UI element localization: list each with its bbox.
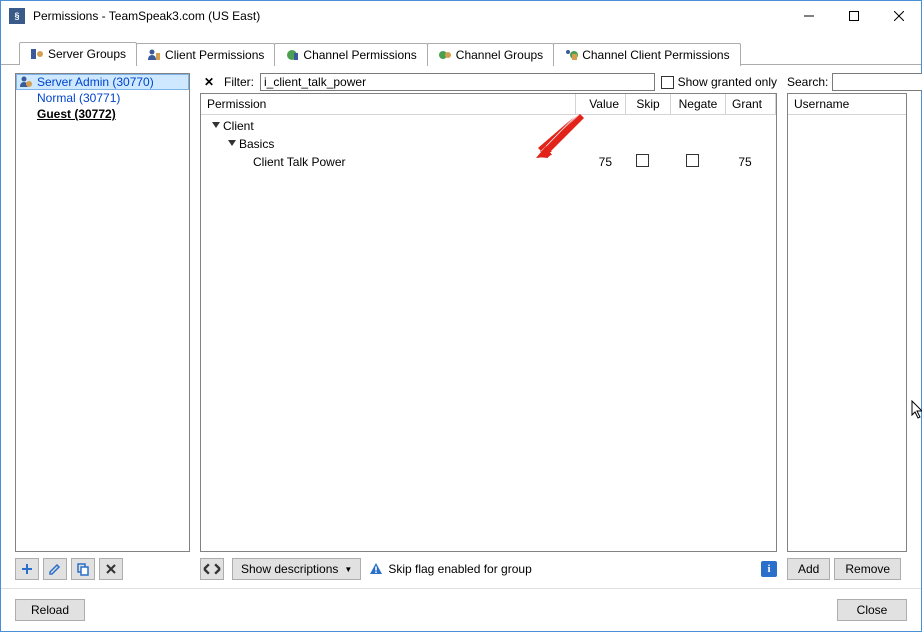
tree-node-basics[interactable]: Basics (201, 135, 776, 153)
expand-toggle-button[interactable] (200, 558, 224, 580)
permission-body: Client Basics Client Talk Power 75 (201, 115, 776, 173)
tree-label: Basics (239, 137, 274, 151)
close-button[interactable]: Close (837, 599, 907, 621)
tab-channel-permissions[interactable]: Channel Permissions (274, 43, 427, 66)
delete-group-button[interactable] (99, 558, 123, 580)
filter-input[interactable] (260, 73, 655, 91)
tab-channel-groups[interactable]: Channel Groups (427, 43, 554, 66)
show-descriptions-button[interactable]: Show descriptions ▼ (232, 558, 361, 580)
tab-server-groups[interactable]: Server Groups (19, 42, 137, 65)
col-value[interactable]: Value (576, 94, 626, 114)
dropdown-icon: ▼ (344, 565, 352, 574)
app-icon: § (9, 8, 25, 24)
search-label: Search: (787, 75, 828, 89)
tab-channel-client-permissions[interactable]: Channel Client Permissions (553, 43, 740, 66)
user-list[interactable]: Username (787, 93, 907, 552)
tree-node-client[interactable]: Client (201, 117, 776, 135)
copy-group-button[interactable] (71, 558, 95, 580)
permissions-window: § Permissions - TeamSpeak3.com (US East)… (0, 0, 922, 632)
groups-panel: Server Admin (30770) Normal (30771) Gues… (15, 73, 190, 580)
warning-icon (369, 562, 383, 576)
add-group-button[interactable] (15, 558, 39, 580)
permission-header: Permission Value Skip Negate Grant (201, 94, 776, 115)
hint-text: Skip flag enabled for group (369, 562, 753, 576)
permission-footer: Show descriptions ▼ Skip flag enabled fo… (200, 558, 777, 580)
window-title: Permissions - TeamSpeak3.com (US East) (33, 9, 786, 23)
permission-name: Client Talk Power (207, 155, 570, 169)
checkbox-icon (686, 154, 699, 167)
tab-client-permissions[interactable]: Client Permissions (136, 43, 275, 66)
user-buttons: Add Remove (787, 558, 907, 580)
col-negate[interactable]: Negate (671, 94, 726, 114)
group-label: Guest (30772) (37, 107, 116, 121)
minimize-button[interactable] (786, 2, 831, 31)
permission-grant[interactable]: 75 (720, 155, 770, 169)
filter-label: Filter: (224, 75, 254, 89)
show-granted-label: Show granted only (678, 75, 777, 89)
titlebar: § Permissions - TeamSpeak3.com (US East) (1, 1, 921, 31)
channel-icon (285, 48, 299, 62)
permission-skip[interactable] (620, 154, 665, 170)
add-user-button[interactable]: Add (787, 558, 830, 580)
col-permission[interactable]: Permission (201, 94, 576, 114)
tab-label: Server Groups (48, 47, 126, 61)
show-descriptions-label: Show descriptions (241, 562, 338, 576)
remove-user-button[interactable]: Remove (834, 558, 901, 580)
permission-negate[interactable] (665, 154, 720, 170)
permission-table: Permission Value Skip Negate Grant Clien… (200, 93, 777, 552)
group-icon (19, 107, 33, 121)
rename-group-button[interactable] (43, 558, 67, 580)
close-window-button[interactable] (876, 2, 921, 31)
tab-bar: Server Groups Client Permissions Channel… (1, 41, 921, 64)
server-group-icon (30, 47, 44, 61)
search-input[interactable] (832, 73, 922, 91)
channel-client-icon (564, 48, 578, 62)
channel-group-icon (438, 48, 452, 62)
group-toolbar (15, 558, 190, 580)
chevron-down-icon (227, 137, 239, 151)
col-grant[interactable]: Grant (726, 94, 776, 114)
hint-label: Skip flag enabled for group (388, 562, 531, 576)
dialog-footer: Reload Close (1, 588, 921, 631)
tab-label: Channel Client Permissions (582, 48, 729, 62)
clear-filter-button[interactable]: ✕ (200, 73, 218, 91)
permissions-panel: ✕ Filter: Show granted only Permission V… (200, 73, 777, 580)
tab-label: Channel Permissions (303, 48, 416, 62)
info-icon[interactable]: i (761, 561, 777, 577)
group-icon (19, 91, 33, 105)
group-list[interactable]: Server Admin (30770) Normal (30771) Gues… (15, 73, 190, 552)
reload-button[interactable]: Reload (15, 599, 85, 621)
client-icon (147, 48, 161, 62)
users-panel: Search: Username Add Remove (787, 73, 907, 580)
window-buttons (786, 2, 921, 31)
maximize-button[interactable] (831, 2, 876, 31)
checkbox-icon (661, 76, 674, 89)
group-item-server-admin[interactable]: Server Admin (30770) (16, 74, 189, 90)
content-area: Server Admin (30770) Normal (30771) Gues… (1, 64, 921, 588)
show-granted-checkbox[interactable]: Show granted only (661, 75, 777, 89)
checkbox-icon (636, 154, 649, 167)
tab-label: Channel Groups (456, 48, 543, 62)
permission-value[interactable]: 75 (570, 155, 620, 169)
group-item-guest[interactable]: Guest (30772) (16, 106, 189, 122)
group-item-normal[interactable]: Normal (30771) (16, 90, 189, 106)
filter-row: ✕ Filter: Show granted only (200, 73, 777, 91)
tree-label: Client (223, 119, 254, 133)
group-label: Server Admin (30770) (37, 75, 154, 89)
chevron-down-icon (211, 119, 223, 133)
group-icon (19, 75, 33, 89)
user-list-header[interactable]: Username (788, 94, 906, 115)
permission-row[interactable]: Client Talk Power 75 75 (201, 153, 776, 171)
col-skip[interactable]: Skip (626, 94, 671, 114)
group-label: Normal (30771) (37, 91, 120, 105)
search-row: Search: (787, 73, 907, 91)
tab-label: Client Permissions (165, 48, 264, 62)
